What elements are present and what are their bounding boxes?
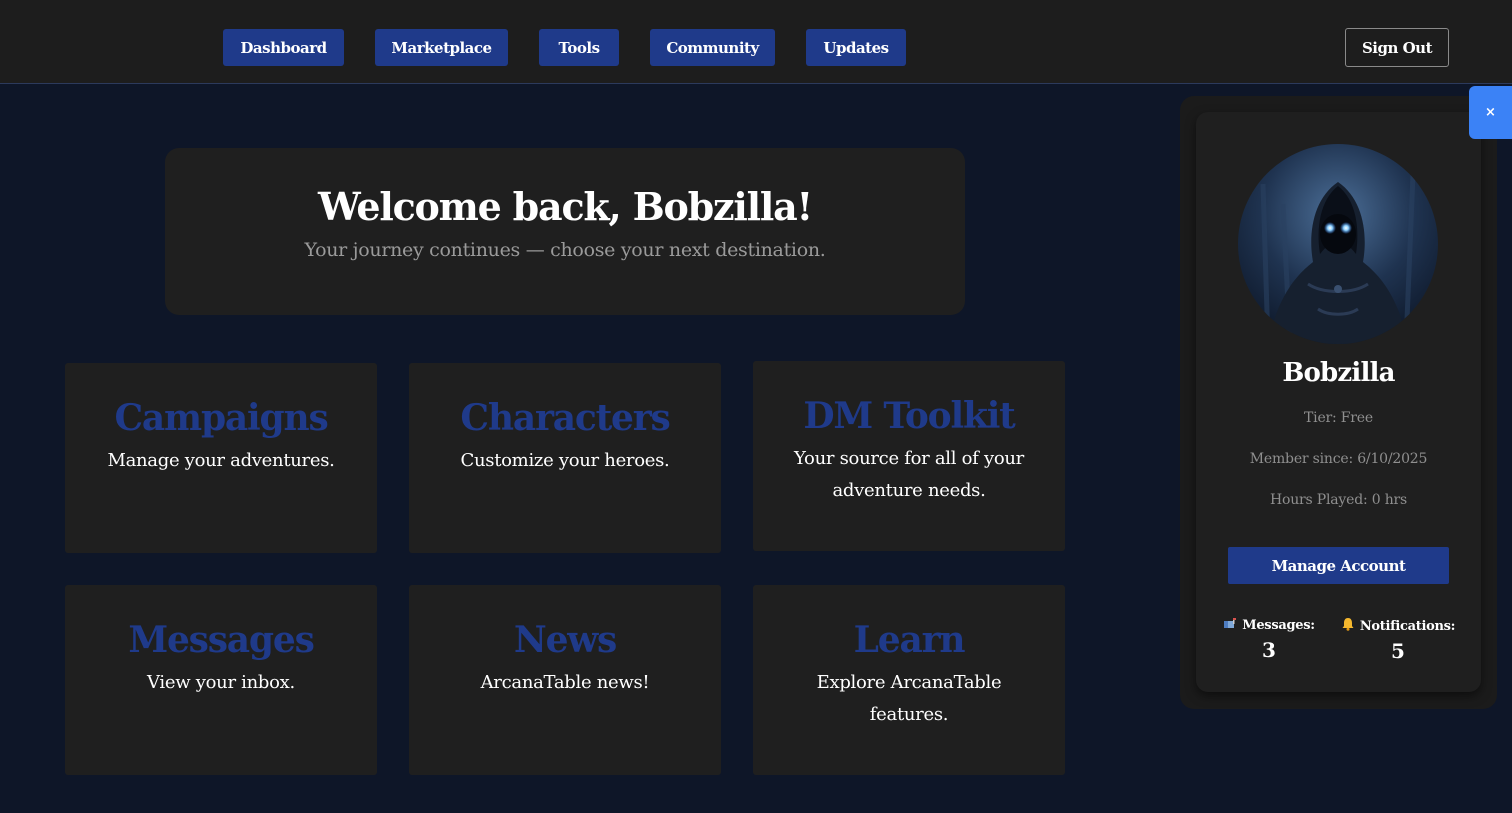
messages-stat[interactable]: Messages: 3 — [1223, 617, 1315, 662]
card-characters[interactable]: Characters Customize your heroes. — [409, 363, 721, 553]
profile-tier: Tier: Free — [1304, 410, 1373, 426]
card-dm-toolkit[interactable]: DM Toolkit Your source for all of your a… — [753, 361, 1065, 551]
card-title: Characters — [460, 397, 670, 439]
nav-tools-button[interactable]: Tools — [539, 29, 619, 66]
card-campaigns[interactable]: Campaigns Manage your adventures. — [65, 363, 377, 553]
card-title: Learn — [853, 619, 966, 661]
card-title: Messages — [128, 619, 315, 661]
nav-community-button[interactable]: Community — [650, 29, 775, 66]
nav-updates-button[interactable]: Updates — [806, 29, 906, 66]
messages-count: 3 — [1262, 638, 1276, 662]
card-title: Campaigns — [114, 397, 328, 439]
notifications-label: Notifications: — [1359, 618, 1456, 634]
notifications-count: 5 — [1391, 639, 1405, 663]
bell-icon — [1341, 617, 1355, 635]
messages-label: Messages: — [1242, 618, 1315, 633]
nav-dashboard-button[interactable]: Dashboard — [223, 29, 344, 66]
notifications-stat[interactable]: Notifications: 5 — [1341, 617, 1456, 663]
mailbox-icon — [1223, 617, 1237, 634]
profile-member-since: Member since: 6/10/2025 — [1249, 451, 1428, 467]
welcome-subtitle: Your journey continues — choose your nex… — [304, 239, 826, 261]
card-title: DM Toolkit — [803, 395, 1015, 437]
card-title: News — [513, 619, 617, 661]
welcome-banner: Welcome back, Bobzilla! Your journey con… — [165, 148, 965, 315]
card-description: ArcanaTable news! — [480, 672, 650, 693]
card-description: View your inbox. — [147, 672, 295, 693]
nav-marketplace-button[interactable]: Marketplace — [375, 29, 508, 66]
card-messages[interactable]: Messages View your inbox. — [65, 585, 377, 775]
profile-name: Bobzilla — [1282, 358, 1395, 388]
manage-account-button[interactable]: Manage Account — [1228, 547, 1449, 584]
card-description: Your source for all of your adventure ne… — [794, 448, 1024, 501]
sign-out-button[interactable]: Sign Out — [1345, 28, 1449, 67]
welcome-title: Welcome back, Bobzilla! — [317, 184, 813, 229]
card-news[interactable]: News ArcanaTable news! — [409, 585, 721, 775]
card-learn[interactable]: Learn Explore ArcanaTable features. — [753, 585, 1065, 775]
avatar — [1238, 144, 1438, 344]
profile-hours-played: Hours Played: 0 hrs — [1270, 492, 1407, 508]
card-description: Customize your heroes. — [460, 450, 670, 471]
card-description: Manage your adventures. — [107, 450, 335, 471]
top-nav-bar: Dashboard Marketplace Tools Community Up… — [0, 0, 1512, 84]
profile-panel: Bobzilla Tier: Free Member since: 6/10/2… — [1196, 112, 1481, 692]
card-description: Explore ArcanaTable features. — [816, 672, 1002, 725]
close-panel-button[interactable]: × — [1469, 86, 1512, 139]
